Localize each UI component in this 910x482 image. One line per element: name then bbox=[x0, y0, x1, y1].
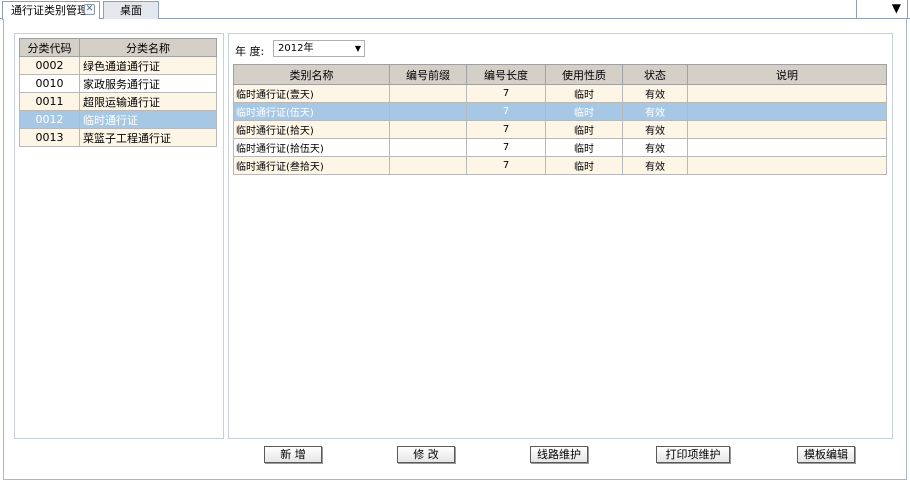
status-cell: 有效 bbox=[622, 84, 688, 103]
description-cell bbox=[687, 102, 887, 121]
column-header-description[interactable]: 说明 bbox=[687, 64, 887, 85]
prefix-cell bbox=[389, 120, 467, 139]
table-row[interactable]: 临时通行证(叁拾天) 7 临时 有效 bbox=[233, 156, 887, 175]
nature-cell: 临时 bbox=[545, 156, 623, 175]
length-cell: 7 bbox=[466, 84, 546, 103]
permit-type-panel: 年 度: 2012年 ▼ 类别名称 编号前缀 编号长度 使用性质 状态 说明 临… bbox=[228, 33, 893, 439]
column-header-nature[interactable]: 使用性质 bbox=[545, 64, 623, 85]
print-item-maintenance-button[interactable]: 打印项维护 bbox=[656, 446, 730, 463]
length-cell: 7 bbox=[466, 102, 546, 121]
chevron-down-icon: ▼ bbox=[354, 44, 361, 53]
year-label: 年 度: bbox=[235, 45, 265, 58]
type-name: 临时通行证(拾伍天) bbox=[233, 138, 390, 157]
tab-permit-category[interactable]: 通行证类别管理 ✕ bbox=[2, 1, 100, 20]
category-code: 0012 bbox=[19, 110, 80, 129]
category-name: 菜篮子工程通行证 bbox=[79, 128, 217, 147]
category-code: 0013 bbox=[19, 128, 80, 147]
status-cell: 有效 bbox=[622, 138, 688, 157]
table-row[interactable]: 0011 超限运输通行证 bbox=[19, 92, 217, 111]
tab-strip-line bbox=[159, 1, 856, 19]
category-code: 0002 bbox=[19, 56, 80, 75]
description-cell bbox=[687, 138, 887, 157]
description-cell bbox=[687, 84, 887, 103]
nature-cell: 临时 bbox=[545, 84, 623, 103]
category-code: 0010 bbox=[19, 74, 80, 93]
year-value: 2012年 bbox=[278, 43, 314, 54]
year-select[interactable]: 2012年 ▼ bbox=[273, 40, 365, 57]
table-row[interactable]: 0010 家政服务通行证 bbox=[19, 74, 217, 93]
type-name: 临时通行证(伍天) bbox=[233, 102, 390, 121]
table-row[interactable]: 0002 绿色通道通行证 bbox=[19, 56, 217, 75]
chevron-down-icon[interactable]: ▼ bbox=[856, 0, 908, 19]
prefix-cell bbox=[389, 138, 467, 157]
prefix-cell bbox=[389, 156, 467, 175]
category-panel: 分类代码 分类名称 0002 绿色通道通行证 0010 家政服务通行证 0011… bbox=[14, 33, 224, 439]
table-row[interactable]: 0013 菜篮子工程通行证 bbox=[19, 128, 217, 147]
tab-label: 桌面 bbox=[120, 4, 142, 17]
status-cell: 有效 bbox=[622, 102, 688, 121]
tab-label: 通行证类别管理 bbox=[11, 4, 88, 17]
length-cell: 7 bbox=[466, 156, 546, 175]
column-header-code[interactable]: 分类代码 bbox=[19, 38, 80, 57]
status-cell: 有效 bbox=[622, 156, 688, 175]
template-edit-button[interactable]: 模板编辑 bbox=[797, 446, 855, 463]
length-cell: 7 bbox=[466, 138, 546, 157]
add-button[interactable]: 新 增 bbox=[264, 446, 322, 463]
type-name: 临时通行证(壹天) bbox=[233, 84, 390, 103]
tab-desktop[interactable]: 桌面 bbox=[103, 1, 159, 19]
description-cell bbox=[687, 156, 887, 175]
category-code: 0011 bbox=[19, 92, 80, 111]
prefix-cell bbox=[389, 84, 467, 103]
table-row[interactable]: 临时通行证(拾天) 7 临时 有效 bbox=[233, 120, 887, 139]
table-row-selected[interactable]: 0012 临时通行证 bbox=[19, 110, 217, 129]
column-header-name[interactable]: 分类名称 bbox=[79, 38, 217, 57]
nature-cell: 临时 bbox=[545, 102, 623, 121]
category-name: 绿色通道通行证 bbox=[79, 56, 217, 75]
column-header-type-name[interactable]: 类别名称 bbox=[233, 64, 390, 85]
category-name: 临时通行证 bbox=[79, 110, 217, 129]
prefix-cell bbox=[389, 102, 467, 121]
category-name: 家政服务通行证 bbox=[79, 74, 217, 93]
nature-cell: 临时 bbox=[545, 120, 623, 139]
type-name: 临时通行证(拾天) bbox=[233, 120, 390, 139]
route-maintenance-button[interactable]: 线路维护 bbox=[530, 446, 588, 463]
nature-cell: 临时 bbox=[545, 138, 623, 157]
table-row[interactable]: 临时通行证(壹天) 7 临时 有效 bbox=[233, 84, 887, 103]
status-cell: 有效 bbox=[622, 120, 688, 139]
edit-button[interactable]: 修 改 bbox=[397, 446, 455, 463]
type-name: 临时通行证(叁拾天) bbox=[233, 156, 390, 175]
column-header-length[interactable]: 编号长度 bbox=[466, 64, 546, 85]
category-table: 分类代码 分类名称 0002 绿色通道通行证 0010 家政服务通行证 0011… bbox=[19, 38, 217, 147]
description-cell bbox=[687, 120, 887, 139]
tab-bar: 通行证类别管理 ✕ 桌面 ▼ bbox=[0, 0, 910, 20]
category-name: 超限运输通行证 bbox=[79, 92, 217, 111]
table-row-selected[interactable]: 临时通行证(伍天) 7 临时 有效 bbox=[233, 102, 887, 121]
column-header-status[interactable]: 状态 bbox=[622, 64, 688, 85]
close-icon[interactable]: ✕ bbox=[84, 4, 95, 15]
permit-type-table: 类别名称 编号前缀 编号长度 使用性质 状态 说明 临时通行证(壹天) 7 临时… bbox=[233, 64, 887, 175]
column-header-prefix[interactable]: 编号前缀 bbox=[389, 64, 467, 85]
length-cell: 7 bbox=[466, 120, 546, 139]
table-row[interactable]: 临时通行证(拾伍天) 7 临时 有效 bbox=[233, 138, 887, 157]
